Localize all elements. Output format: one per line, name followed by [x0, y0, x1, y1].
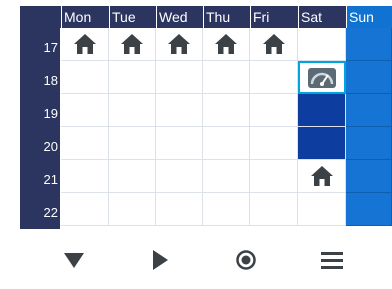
schedule-cell-fri-18[interactable]: [250, 61, 298, 94]
schedule-cell-sat-17[interactable]: [298, 28, 346, 61]
hour-label-22: 22: [43, 205, 58, 220]
home-icon: [310, 166, 333, 186]
day-header-thu[interactable]: Thu: [203, 6, 250, 28]
day-header-tue[interactable]: Tue: [109, 6, 156, 28]
bottom-toolbar: [0, 232, 392, 289]
schedule-cell-mon-21[interactable]: [61, 160, 109, 193]
record-button[interactable]: [226, 242, 266, 278]
hour-column: 17 18 19 20 21 22: [20, 28, 60, 229]
home-icon: [262, 34, 285, 54]
schedule-cell-sat-21[interactable]: [298, 160, 346, 193]
day-header-wed[interactable]: Wed: [156, 6, 203, 28]
schedule-cell-tue-18[interactable]: [109, 61, 156, 94]
schedule-cell-fri-20[interactable]: [250, 127, 298, 160]
schedule-cell-thu-19[interactable]: [203, 94, 250, 127]
schedule-cell-sun-19[interactable]: [346, 94, 392, 127]
schedule-cell-wed-22[interactable]: [156, 193, 203, 226]
hour-label-21: 21: [43, 172, 58, 187]
schedule-cell-sat-22[interactable]: [298, 193, 346, 226]
schedule-cell-mon-17[interactable]: [61, 28, 109, 61]
schedule-cell-wed-20[interactable]: [156, 127, 203, 160]
schedule-cell-thu-22[interactable]: [203, 193, 250, 226]
schedule-cell-mon-18[interactable]: [61, 61, 109, 94]
schedule-cell-sat-18[interactable]: [298, 61, 346, 94]
schedule-cell-tue-21[interactable]: [109, 160, 156, 193]
schedule-cell-fri-17[interactable]: [250, 28, 298, 61]
day-header-row: Mon Tue Wed Thu Fri Sat Sun: [20, 6, 392, 28]
day-header-mon[interactable]: Mon: [61, 6, 109, 28]
menu-icon: [321, 252, 343, 269]
schedule-cell-fri-22[interactable]: [250, 193, 298, 226]
hour-label-17: 17: [43, 40, 58, 55]
menu-button[interactable]: [312, 242, 352, 278]
schedule-cell-sun-18[interactable]: [346, 61, 392, 94]
schedule-cell-sun-17[interactable]: [346, 28, 392, 61]
day-header-sat[interactable]: Sat: [298, 6, 346, 28]
play-icon: [153, 250, 168, 270]
schedule-cell-mon-20[interactable]: [61, 127, 109, 160]
schedule-cell-wed-18[interactable]: [156, 61, 203, 94]
weekly-schedule-screen: Mon Tue Wed Thu Fri Sat Sun 17 18 19 20 …: [0, 0, 392, 289]
schedule-cell-sun-20[interactable]: [346, 127, 392, 160]
schedule-cell-mon-19[interactable]: [61, 94, 109, 127]
schedule-cell-sat-20[interactable]: [298, 127, 346, 160]
triangle-down-icon: [64, 253, 84, 268]
day-header-fri[interactable]: Fri: [250, 6, 298, 28]
hour-label-18: 18: [43, 73, 58, 88]
schedule-cell-thu-20[interactable]: [203, 127, 250, 160]
schedule-cell-tue-19[interactable]: [109, 94, 156, 127]
schedule-cell-thu-17[interactable]: [203, 28, 250, 61]
schedule-cell-tue-17[interactable]: [109, 28, 156, 61]
scroll-down-button[interactable]: [54, 242, 94, 278]
hour-label-19: 19: [43, 106, 58, 121]
home-icon: [215, 34, 237, 54]
schedule-cell-fri-21[interactable]: [250, 160, 298, 193]
record-icon: [236, 250, 256, 270]
schedule-cell-wed-19[interactable]: [156, 94, 203, 127]
schedule-cell-thu-21[interactable]: [203, 160, 250, 193]
home-icon: [121, 34, 143, 54]
schedule-cell-wed-17[interactable]: [156, 28, 203, 61]
eco-gauge-icon: [308, 67, 336, 88]
schedule-cell-tue-22[interactable]: [109, 193, 156, 226]
schedule-cell-mon-22[interactable]: [61, 193, 109, 226]
schedule-cell-wed-21[interactable]: [156, 160, 203, 193]
schedule-cell-sun-21[interactable]: [346, 160, 392, 193]
schedule-cell-fri-19[interactable]: [250, 94, 298, 127]
schedule-grid: [61, 28, 392, 229]
schedule-cell-tue-20[interactable]: [109, 127, 156, 160]
schedule-cell-sun-22[interactable]: [346, 193, 392, 226]
schedule-cell-thu-18[interactable]: [203, 61, 250, 94]
schedule-cell-sat-19[interactable]: [298, 94, 346, 127]
home-icon: [168, 34, 190, 54]
header-corner: [20, 6, 60, 28]
hour-label-20: 20: [43, 139, 58, 154]
day-header-sun[interactable]: Sun: [346, 6, 392, 28]
play-button[interactable]: [140, 242, 180, 278]
home-icon: [73, 34, 96, 54]
